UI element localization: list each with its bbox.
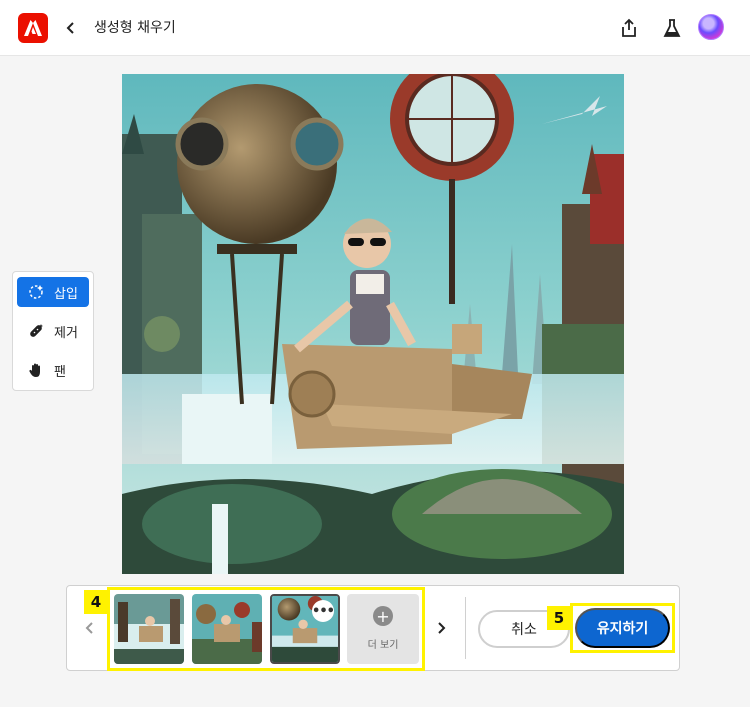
generated-image-canvas[interactable] <box>122 74 624 574</box>
tool-remove[interactable]: 제거 <box>17 316 89 346</box>
tool-remove-label: 제거 <box>54 325 78 341</box>
adobe-logo-mark <box>24 20 42 36</box>
share-icon <box>622 18 636 37</box>
chevron-left-icon <box>66 22 74 34</box>
remove-bandage-icon <box>27 322 45 340</box>
insert-sparkle-icon <box>27 283 45 301</box>
pan-hand-icon <box>27 361 45 379</box>
adobe-logo[interactable] <box>18 13 48 43</box>
tool-insert[interactable]: 삽입 <box>17 277 89 307</box>
callout-highlight-keep <box>570 603 675 653</box>
next-variation-button[interactable] <box>436 620 446 639</box>
app-header: 생성형 채우기 <box>0 0 750 56</box>
user-avatar[interactable] <box>698 14 724 40</box>
share-button[interactable] <box>615 14 643 42</box>
callout-number-5: 5 <box>547 606 571 630</box>
chevron-right-icon <box>438 622 446 634</box>
tool-pan[interactable]: 팬 <box>17 355 89 385</box>
panel-divider <box>465 597 466 659</box>
callout-highlight-variations <box>107 587 425 671</box>
page-title: 생성형 채우기 <box>94 20 176 36</box>
back-button[interactable] <box>60 14 82 42</box>
labs-button[interactable] <box>658 14 686 42</box>
prev-variation-button[interactable] <box>85 620 95 639</box>
tool-pan-label: 팬 <box>54 364 66 380</box>
chevron-left-icon <box>85 622 93 634</box>
tool-panel: 삽입 제거 팬 <box>12 271 94 391</box>
callout-number-4: 4 <box>84 590 108 614</box>
tool-insert-label: 삽입 <box>54 286 78 302</box>
flask-icon <box>663 19 681 37</box>
